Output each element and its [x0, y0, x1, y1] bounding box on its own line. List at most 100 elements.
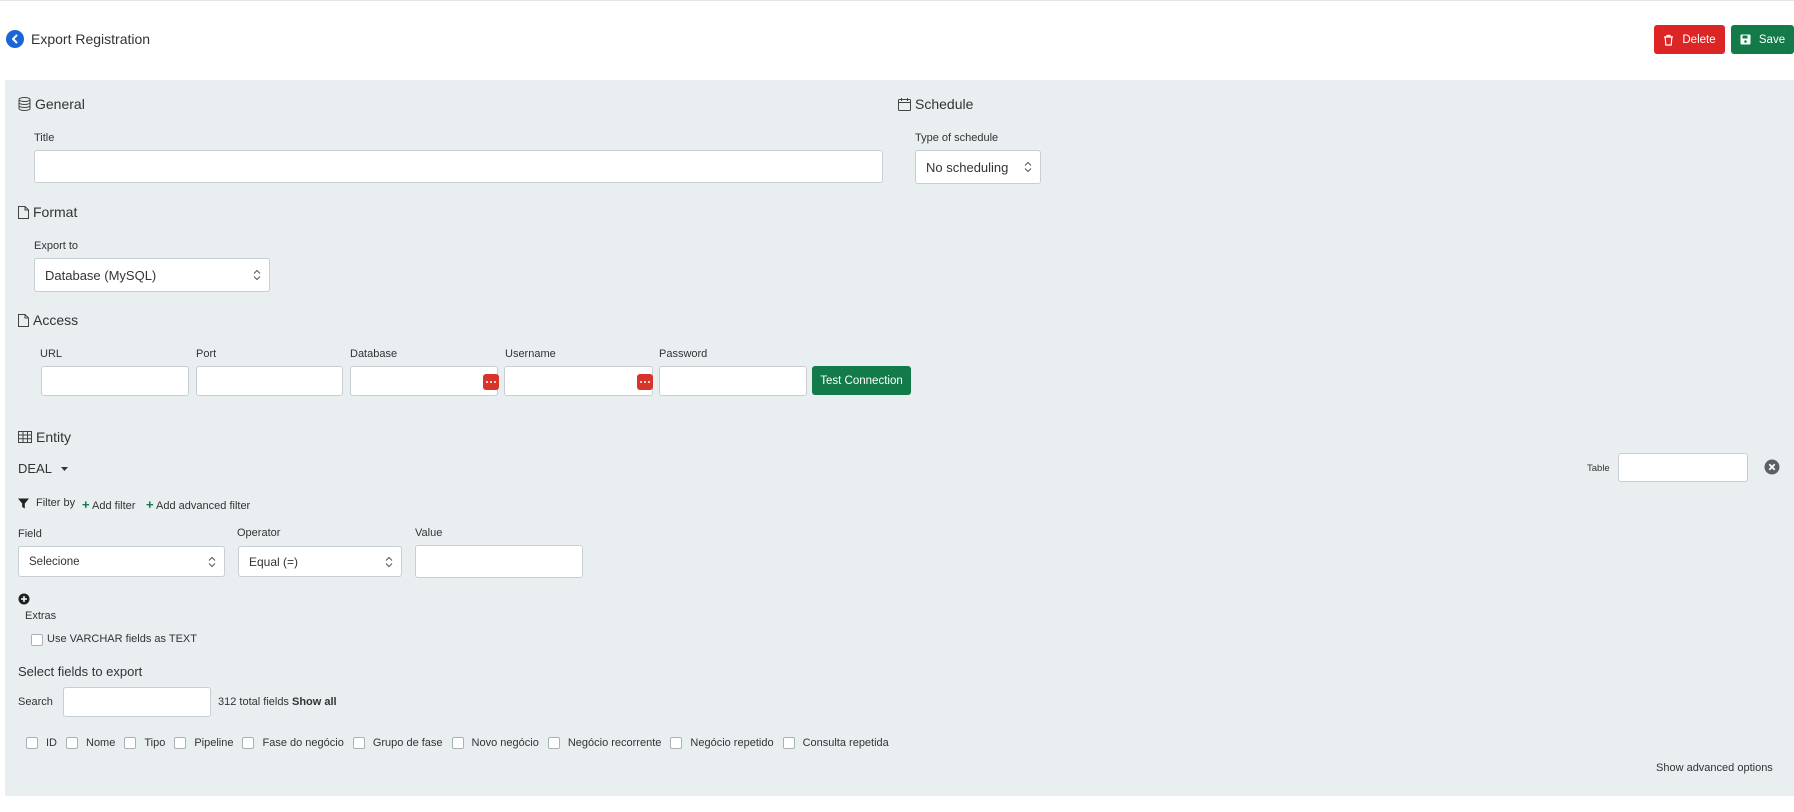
field-checkbox-item[interactable]: Grupo de fase	[352, 737, 443, 749]
select-fields-title: Select fields to export	[18, 664, 143, 679]
caret-down-icon	[60, 466, 68, 471]
password-manager-icon[interactable]	[483, 374, 499, 390]
chevron-up-down-icon	[208, 556, 216, 567]
chevron-up-down-icon	[253, 269, 261, 281]
field-checkbox[interactable]	[66, 737, 78, 749]
table-input[interactable]	[1618, 453, 1748, 482]
field-checkbox-label: ID	[46, 737, 57, 749]
field-checkbox-item[interactable]: Negócio repetido	[670, 737, 774, 749]
top-divider	[0, 0, 1794, 1]
schedule-type-select[interactable]: No scheduling	[915, 150, 1041, 184]
field-checkbox-item[interactable]: Novo negócio	[451, 737, 539, 749]
entity-title: Entity	[36, 429, 72, 445]
field-checkbox-item[interactable]: Tipo	[124, 737, 165, 749]
delete-button[interactable]: Delete	[1654, 25, 1725, 54]
entity-dropdown[interactable]: DEAL	[18, 461, 70, 476]
show-advanced-options-link[interactable]: Show advanced options	[1656, 762, 1773, 774]
field-checkbox-item[interactable]: Nome	[66, 737, 115, 749]
calendar-icon	[898, 97, 911, 111]
port-input[interactable]	[196, 366, 343, 396]
url-label: URL	[40, 348, 63, 360]
file-icon	[18, 205, 29, 219]
filter-field-select[interactable]: Selecione	[18, 546, 225, 577]
form-panel	[5, 80, 1794, 796]
access-title: Access	[33, 312, 79, 328]
password-label: Password	[659, 348, 708, 360]
chevron-up-down-icon	[1024, 161, 1032, 173]
chevron-up-down-icon	[385, 556, 393, 567]
username-input[interactable]	[504, 366, 653, 396]
back-button[interactable]	[6, 30, 24, 48]
field-checkbox-label: Consulta repetida	[802, 737, 889, 749]
general-title: General	[35, 96, 85, 112]
total-fields-count: 312 total fields	[218, 696, 289, 708]
table-icon	[18, 431, 32, 443]
field-checkbox-item[interactable]: Consulta repetida	[782, 737, 889, 749]
field-checkbox[interactable]	[242, 737, 255, 749]
export-to-select[interactable]: Database (MySQL)	[34, 258, 270, 292]
field-checkbox-label: Fase do negócio	[262, 737, 344, 749]
field-checkbox-item[interactable]: Negócio recorrente	[547, 737, 662, 749]
title-field-label: Title	[34, 132, 55, 144]
title-input[interactable]	[34, 150, 883, 183]
plus-circle-icon[interactable]	[18, 593, 30, 605]
field-checkbox[interactable]	[26, 737, 38, 749]
save-button[interactable]: Save	[1731, 25, 1794, 54]
field-checkbox-label: Pipeline	[194, 737, 234, 749]
field-checkbox[interactable]	[782, 737, 795, 749]
database-input[interactable]	[350, 366, 499, 396]
floppy-disk-icon	[1740, 34, 1751, 45]
search-label: Search	[18, 696, 53, 708]
field-checkbox-label: Nome	[86, 737, 116, 749]
password-input[interactable]	[659, 366, 807, 396]
export-to-label: Export to	[34, 240, 79, 252]
field-checkbox[interactable]	[174, 737, 187, 749]
field-checkbox-list: ID Nome Tipo Pipeline Fase do negócio Grupo d…	[26, 737, 898, 749]
show-all-link[interactable]: Show all	[292, 696, 337, 708]
field-checkbox-label: Grupo de fase	[372, 737, 443, 749]
varchar-label: Use VARCHAR fields as TEXT	[47, 633, 197, 645]
add-advanced-filter-label: Add advanced filter	[156, 500, 251, 512]
entity-selected: DEAL	[18, 461, 52, 476]
password-manager-icon[interactable]	[637, 374, 653, 390]
database-label: Database	[350, 348, 398, 360]
plus-icon: +	[146, 497, 154, 512]
schedule-title: Schedule	[915, 96, 974, 112]
field-checkbox-label: Negócio recorrente	[567, 737, 662, 749]
fields-total-text: 312 total fields Show all	[218, 696, 337, 708]
field-checkbox-item[interactable]: ID	[26, 737, 57, 749]
filter-by-label: Filter by	[36, 497, 76, 509]
file-icon	[18, 313, 29, 327]
field-checkbox[interactable]	[352, 737, 365, 749]
fields-search-input[interactable]	[63, 687, 211, 717]
access-section-title: Access	[18, 312, 78, 328]
field-checkbox[interactable]	[124, 737, 137, 749]
filter-value-input[interactable]	[415, 545, 583, 578]
field-checkbox[interactable]	[547, 737, 560, 749]
port-label: Port	[196, 348, 217, 360]
filter-field-value: Selecione	[29, 555, 80, 568]
field-checkbox-label: Novo negócio	[471, 737, 539, 749]
varchar-checkbox[interactable]	[31, 634, 43, 646]
filter-operator-select[interactable]: Equal (=)	[238, 546, 402, 577]
close-circle-icon[interactable]	[1764, 459, 1780, 475]
entity-section-title: Entity	[18, 429, 71, 445]
filter-value-label: Value	[415, 527, 443, 539]
page-title: Export Registration	[31, 31, 151, 47]
filter-operator-label: Operator	[237, 527, 281, 539]
url-input[interactable]	[41, 366, 189, 396]
add-filter-label: Add filter	[92, 500, 136, 512]
format-section-title: Format	[18, 204, 77, 220]
plus-icon: +	[82, 497, 90, 512]
test-connection-button[interactable]: Test Connection	[812, 366, 911, 395]
schedule-type-label: Type of schedule	[915, 132, 999, 144]
field-checkbox[interactable]	[451, 737, 464, 749]
field-checkbox-label: Negócio repetido	[690, 737, 774, 749]
field-checkbox[interactable]	[670, 737, 683, 749]
add-filter-link[interactable]: + Add filter	[82, 497, 135, 512]
database-icon	[18, 97, 31, 111]
username-label: Username	[505, 348, 556, 360]
add-advanced-filter-link[interactable]: + Add advanced filter	[146, 497, 250, 512]
field-checkbox-item[interactable]: Fase do negócio	[242, 737, 344, 749]
field-checkbox-item[interactable]: Pipeline	[174, 737, 233, 749]
